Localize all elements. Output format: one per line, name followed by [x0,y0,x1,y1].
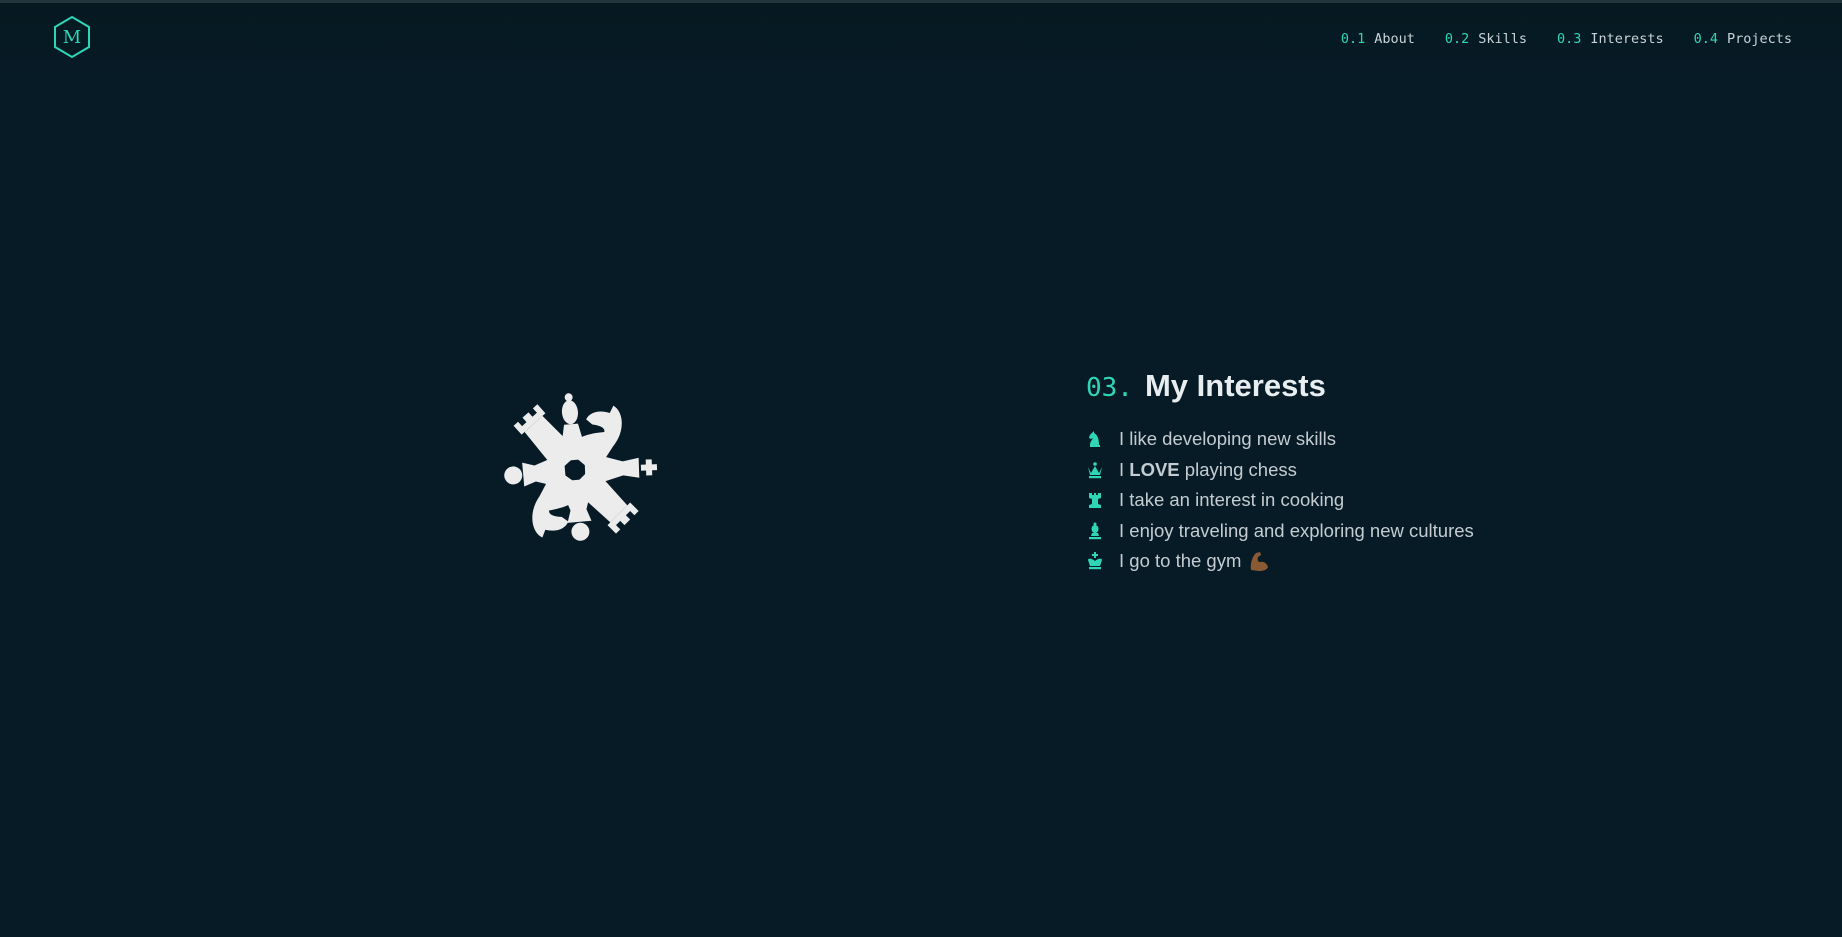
chess-pieces-circle-icon [502,391,658,545]
list-item-text-pre: I [1119,458,1125,480]
nav-number: 0.4 [1693,31,1718,47]
list-item-text: I go to the gym [1119,550,1242,572]
nav-link-about[interactable]: 0.1 About [1341,31,1415,47]
main-nav: 0.1 About 0.2 Skills 0.3 Interests 0.4 P… [1341,31,1792,47]
list-item: I like developing new skills [1086,424,1706,455]
logo-hexagon-icon[interactable]: M [52,15,92,59]
list-item-text-post: playing chess [1184,458,1297,480]
chess-rook-icon [1089,493,1101,509]
nav-number: 0.2 [1444,31,1470,47]
nav-label: Projects [1726,31,1792,47]
list-item: I go to the gym [1086,546,1706,577]
nav-link-interests[interactable]: 0.3 Interests [1557,31,1664,47]
interests-section: 03. My Interests I like developing new s… [1086,368,1706,577]
list-item-text: I take an interest in cooking [1119,489,1345,511]
chess-knight-icon [1089,431,1100,448]
section-number: 03. [1086,373,1133,403]
nav-number: 0.1 [1340,31,1366,47]
list-item: I LOVE playing chess [1086,455,1706,486]
love-emphasis: LOVE [1129,458,1180,480]
nav-label: Skills [1478,31,1528,47]
list-item-text: I LOVE playing chess [1119,459,1297,481]
chess-king-icon [1088,552,1102,570]
list-item-text: I like developing new skills [1119,428,1336,450]
nav-number: 0.3 [1557,31,1582,47]
nav-label: Interests [1590,31,1664,47]
list-item: I take an interest in cooking [1086,485,1706,516]
interests-list: I like developing new skills I LOVE play… [1086,424,1706,577]
nav-link-skills[interactable]: 0.2 Skills [1445,31,1527,47]
section-title: My Interests [1144,368,1326,403]
chess-bishop-icon [1089,522,1101,539]
chess-queen-icon [1088,461,1102,478]
logo-letter: M [63,27,81,48]
flexed-biceps-icon [1251,552,1269,572]
chess-pieces [502,391,658,545]
list-item: I enjoy traveling and exploring new cult… [1086,516,1706,547]
section-heading: 03. My Interests [1086,368,1706,404]
list-item-text: I enjoy traveling and exploring new cult… [1119,519,1474,541]
header: M 0.1 About 0.2 Skills 0.3 Interests 0.4… [0,3,1842,81]
nav-label: About [1374,31,1415,47]
nav-link-projects[interactable]: 0.4 Projects [1694,31,1792,47]
